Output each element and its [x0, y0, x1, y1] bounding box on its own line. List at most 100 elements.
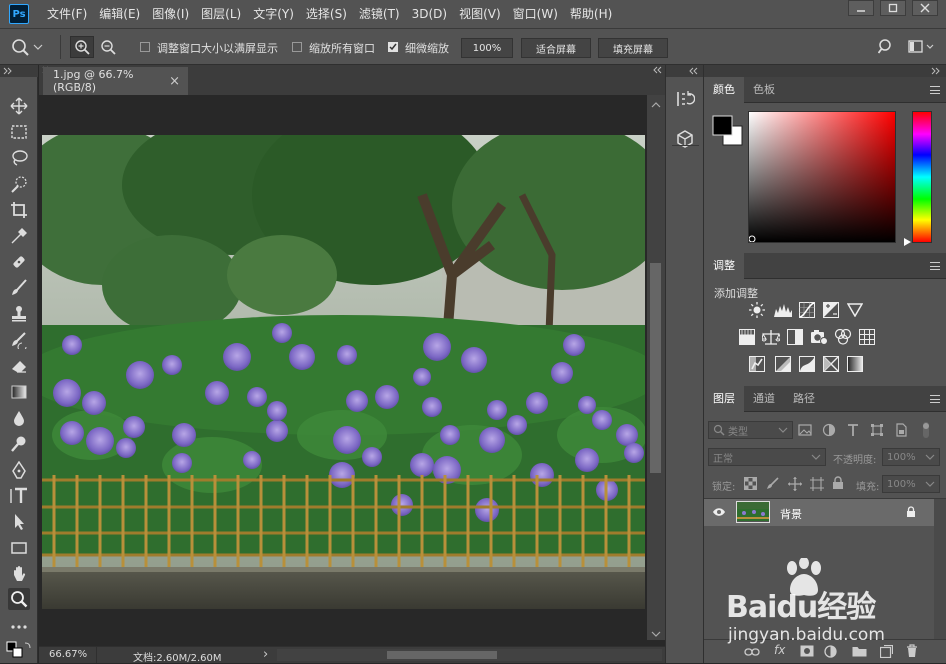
- brightness-contrast-icon[interactable]: [748, 302, 766, 318]
- menu-image[interactable]: 图像(I): [146, 0, 195, 28]
- layer-row-background[interactable]: 背景: [704, 499, 934, 526]
- blend-mode-select[interactable]: 正常: [708, 448, 826, 466]
- lock-all-icon[interactable]: [832, 476, 844, 490]
- menu-3d[interactable]: 3D(D): [406, 0, 453, 28]
- lock-image-pixels-icon[interactable]: [766, 477, 779, 490]
- menu-layer[interactable]: 图层(L): [195, 0, 247, 28]
- color-picker-field[interactable]: [748, 111, 896, 243]
- vertical-scrollbar[interactable]: [647, 95, 665, 640]
- lock-transparent-pixels-icon[interactable]: [744, 477, 757, 490]
- photo-filter-icon[interactable]: [810, 329, 828, 345]
- close-tab-icon[interactable]: ×: [169, 74, 180, 89]
- layer-visibility-eye-icon[interactable]: [712, 507, 726, 517]
- curves-icon[interactable]: [798, 302, 816, 318]
- layer-kind-filter[interactable]: 类型: [708, 421, 793, 439]
- color-panel-menu-icon[interactable]: [930, 86, 940, 94]
- healing-brush-tool-icon[interactable]: [8, 251, 30, 273]
- menu-help[interactable]: 帮助(H): [564, 0, 618, 28]
- menu-view[interactable]: 视图(V): [453, 0, 507, 28]
- menu-edit[interactable]: 编辑(E): [93, 0, 146, 28]
- posterize-icon[interactable]: [774, 356, 792, 372]
- layers-panel-menu-icon[interactable]: [930, 395, 940, 403]
- color-swatches-icon[interactable]: [5, 640, 33, 662]
- adjustments-panel-menu-icon[interactable]: [930, 262, 940, 270]
- fill-screen-button[interactable]: 填充屏幕: [598, 38, 668, 58]
- exposure-icon[interactable]: [822, 302, 840, 318]
- close-window-button[interactable]: [912, 0, 938, 16]
- dodge-tool-icon[interactable]: [8, 433, 30, 455]
- gradient-map-icon[interactable]: [846, 356, 864, 372]
- filter-adjustment-layer-icon[interactable]: [822, 423, 836, 437]
- lock-position-icon[interactable]: [788, 477, 802, 491]
- tab-paths[interactable]: 路径: [784, 386, 824, 412]
- filter-pixel-layer-icon[interactable]: [798, 423, 812, 437]
- color-lookup-icon[interactable]: [858, 329, 876, 345]
- hue-slider[interactable]: [912, 111, 932, 243]
- lasso-tool-icon[interactable]: [8, 147, 30, 169]
- scrubby-zoom-checkbox[interactable]: [388, 42, 398, 52]
- menu-type[interactable]: 文字(Y): [247, 0, 300, 28]
- levels-icon[interactable]: [774, 302, 792, 318]
- menu-file[interactable]: 文件(F): [41, 0, 93, 28]
- tab-channels[interactable]: 通道: [744, 386, 784, 412]
- clone-stamp-tool-icon[interactable]: [8, 303, 30, 325]
- zoom-out-icon[interactable]: [100, 39, 116, 55]
- invert-icon[interactable]: [748, 356, 766, 372]
- quick-selection-tool-icon[interactable]: [8, 173, 30, 195]
- crop-tool-icon[interactable]: [8, 199, 30, 221]
- black-white-icon[interactable]: [786, 329, 804, 345]
- filter-smart-object-icon[interactable]: [894, 423, 908, 437]
- menu-filter[interactable]: 滤镜(T): [353, 0, 406, 28]
- resize-windows-checkbox[interactable]: [140, 42, 150, 52]
- more-tools-icon[interactable]: [8, 616, 30, 638]
- tab-color[interactable]: 颜色: [704, 77, 744, 103]
- opacity-field[interactable]: 100%: [882, 448, 940, 466]
- rectangle-tool-icon[interactable]: [8, 537, 30, 559]
- menu-select[interactable]: 选择(S): [300, 0, 353, 28]
- selective-color-icon[interactable]: [822, 356, 840, 372]
- fill-field[interactable]: 100%: [882, 475, 940, 493]
- zoom-tool-icon[interactable]: [8, 588, 30, 610]
- zoom-in-icon[interactable]: [70, 36, 94, 58]
- eyedropper-tool-icon[interactable]: [8, 225, 30, 247]
- document-tab[interactable]: 1.jpg @ 66.7%(RGB/8) ×: [43, 67, 188, 95]
- zoom-level[interactable]: 66.67%: [49, 649, 87, 660]
- filter-toggle-switch[interactable]: [920, 421, 932, 439]
- type-tool-icon[interactable]: [8, 485, 30, 507]
- hand-tool-icon[interactable]: [8, 563, 30, 585]
- fit-screen-button[interactable]: 适合屏幕: [521, 38, 591, 58]
- history-brush-tool-icon[interactable]: [8, 329, 30, 351]
- channel-mixer-icon[interactable]: [834, 329, 852, 345]
- lock-artboard-icon[interactable]: [810, 477, 824, 491]
- filter-shape-layer-icon[interactable]: [870, 423, 884, 437]
- hue-saturation-icon[interactable]: [738, 329, 756, 345]
- path-selection-tool-icon[interactable]: [8, 511, 30, 533]
- minimize-button[interactable]: [848, 0, 874, 16]
- layer-name[interactable]: 背景: [780, 506, 802, 522]
- horizontal-scroll-thumb[interactable]: [387, 651, 497, 659]
- 3d-panel-icon[interactable]: [675, 129, 695, 149]
- tab-layers[interactable]: 图层: [704, 386, 744, 412]
- status-menu-arrow[interactable]: ›: [263, 647, 268, 662]
- maximize-button[interactable]: [880, 0, 906, 16]
- eraser-tool-icon[interactable]: [8, 355, 30, 377]
- move-tool-icon[interactable]: [8, 95, 30, 117]
- workspace-icon[interactable]: [908, 40, 936, 54]
- blur-tool-icon[interactable]: [8, 407, 30, 429]
- tab-adjustments[interactable]: 调整: [704, 253, 744, 279]
- canvas-area[interactable]: [39, 95, 647, 640]
- filter-type-layer-icon[interactable]: [846, 423, 860, 437]
- tab-swatches[interactable]: 色板: [744, 77, 784, 103]
- threshold-icon[interactable]: [798, 356, 816, 372]
- horizontal-scrollbar[interactable]: [277, 649, 662, 661]
- vibrance-icon[interactable]: [846, 302, 864, 318]
- brush-tool-icon[interactable]: [8, 277, 30, 299]
- fg-bg-color-swatches[interactable]: [712, 115, 744, 147]
- gradient-tool-icon[interactable]: [8, 381, 30, 403]
- zoom-percent-field[interactable]: 100%: [461, 38, 513, 58]
- hue-slider-marker[interactable]: [904, 238, 912, 246]
- history-panel-icon[interactable]: [675, 89, 695, 109]
- layers-scrollbar[interactable]: [934, 499, 946, 639]
- pen-tool-icon[interactable]: [8, 459, 30, 481]
- zoom-tool-preset-icon[interactable]: [10, 37, 44, 57]
